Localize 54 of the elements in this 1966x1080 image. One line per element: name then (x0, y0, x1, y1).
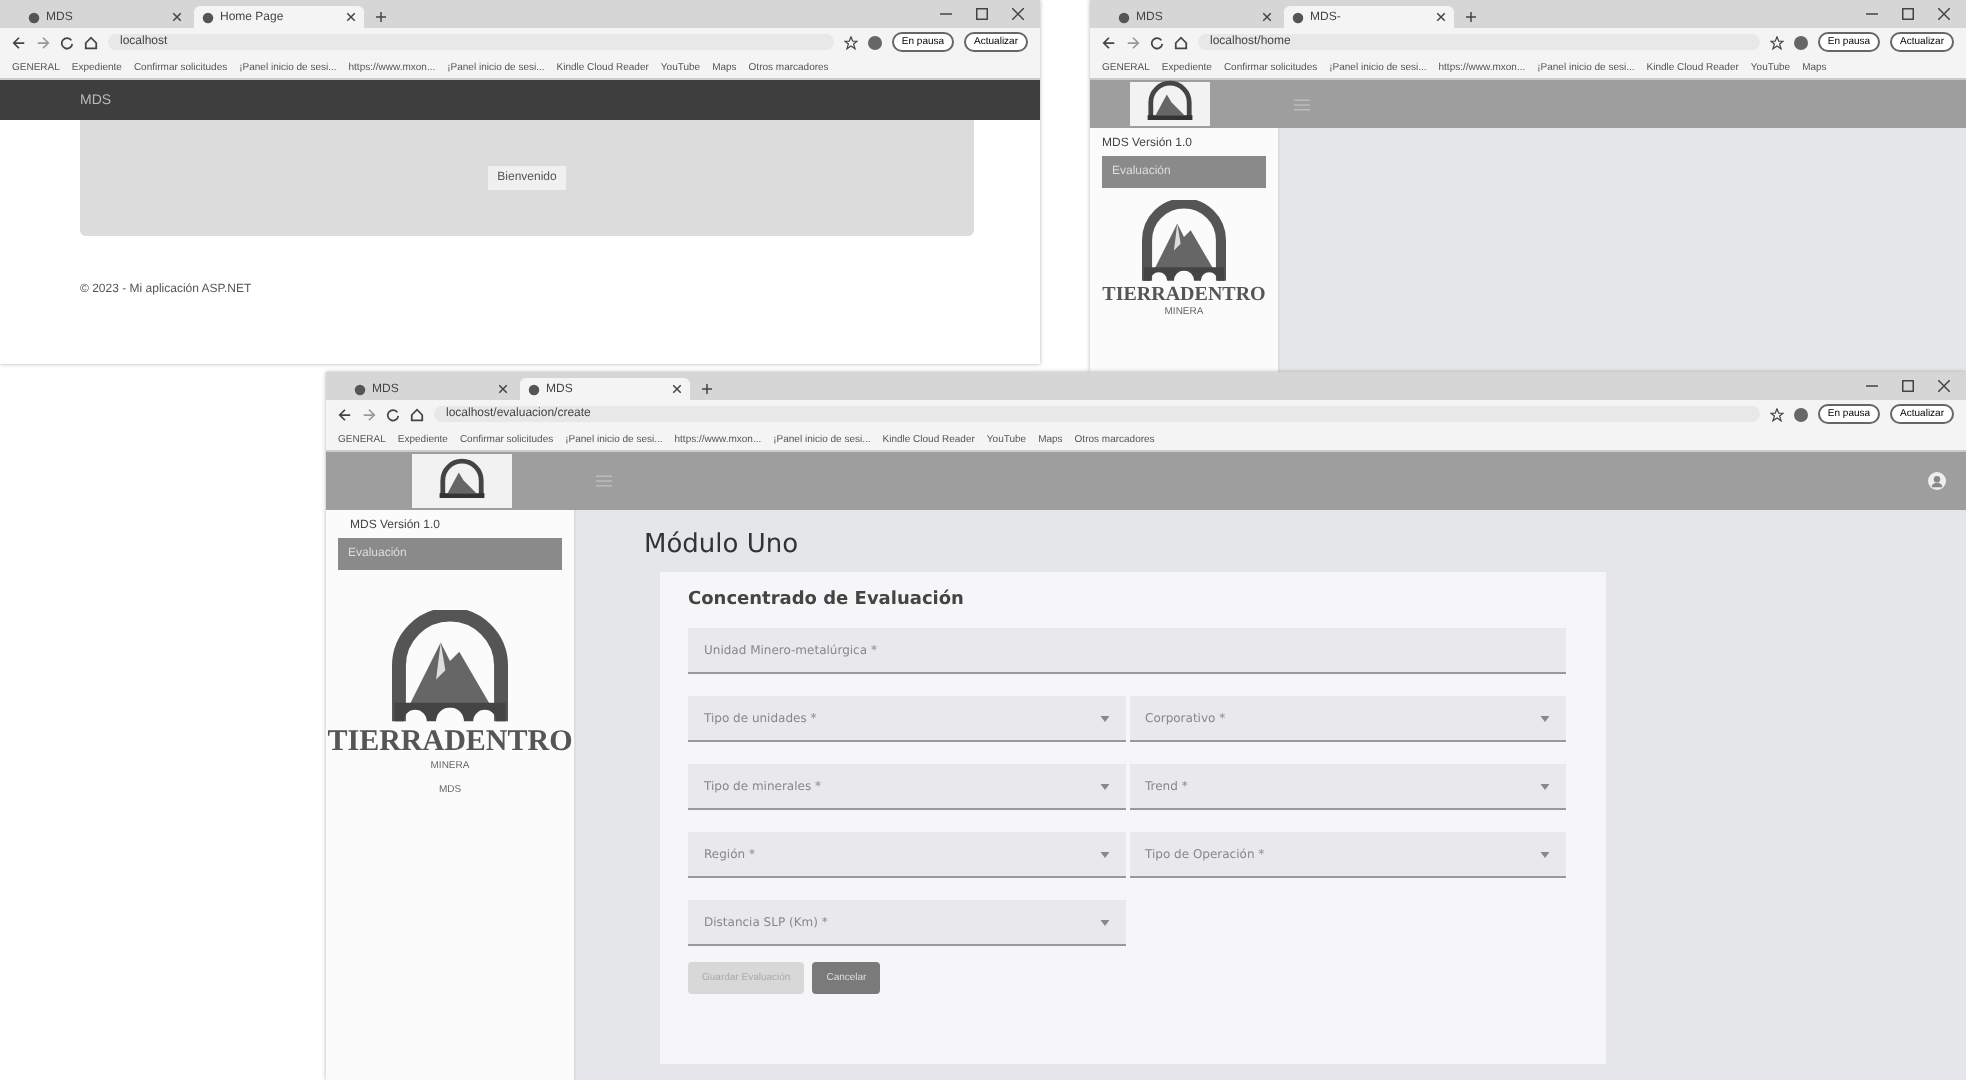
new-tab-icon[interactable] (702, 384, 712, 394)
close-icon[interactable] (1436, 12, 1446, 22)
new-tab-icon[interactable] (376, 12, 386, 22)
back-icon[interactable] (338, 407, 352, 421)
close-icon[interactable] (498, 384, 508, 394)
favicon-icon (1292, 11, 1304, 23)
back-icon[interactable] (12, 35, 26, 49)
reload-icon[interactable] (386, 407, 400, 421)
caret-icon (1540, 783, 1550, 789)
close-icon[interactable] (1938, 8, 1950, 20)
close-icon[interactable] (346, 12, 356, 22)
star-icon[interactable] (1769, 35, 1784, 49)
star-icon[interactable] (843, 35, 858, 49)
caret-icon (1540, 715, 1550, 721)
maximize-icon[interactable] (1902, 8, 1914, 20)
avatar-icon[interactable] (1793, 35, 1808, 49)
page-title: Módulo Uno (644, 530, 801, 560)
favicon-icon (528, 383, 540, 395)
favicon-icon (202, 11, 214, 23)
logo-title: TIERRADENTRO (1102, 284, 1266, 306)
close-icon[interactable] (1262, 12, 1272, 22)
reload-icon[interactable] (60, 35, 74, 49)
forward-icon[interactable] (1126, 35, 1140, 49)
caret-icon (1099, 715, 1109, 721)
caret-icon (1099, 919, 1109, 925)
caret-icon (1099, 851, 1109, 857)
favicon-icon (354, 383, 366, 395)
minimize-icon[interactable] (940, 8, 952, 20)
minimize-icon[interactable] (1866, 380, 1878, 392)
home-icon[interactable] (1174, 35, 1188, 49)
close-icon[interactable] (672, 384, 682, 394)
form-title: Concentrado de Evaluación (688, 590, 966, 610)
home-icon[interactable] (410, 407, 424, 421)
reload-icon[interactable] (1150, 35, 1164, 49)
star-icon[interactable] (1769, 407, 1784, 421)
new-tab-icon[interactable] (1466, 12, 1476, 22)
avatar-icon[interactable] (867, 35, 882, 49)
avatar-icon[interactable] (1793, 407, 1808, 421)
user-icon[interactable] (1928, 472, 1946, 490)
back-icon[interactable] (1102, 35, 1116, 49)
home-icon[interactable] (84, 35, 98, 49)
favicon-icon (1118, 11, 1130, 23)
maximize-icon[interactable] (976, 8, 988, 20)
logo-title: TIERRADENTRO (327, 726, 573, 760)
close-icon[interactable] (1938, 380, 1950, 392)
maximize-icon[interactable] (1902, 380, 1914, 392)
minimize-icon[interactable] (1866, 8, 1878, 20)
caret-icon (1540, 851, 1550, 857)
forward-icon[interactable] (362, 407, 376, 421)
forward-icon[interactable] (36, 35, 50, 49)
close-icon[interactable] (172, 12, 182, 22)
close-icon[interactable] (1012, 8, 1024, 20)
caret-icon (1099, 783, 1109, 789)
favicon-icon (28, 11, 40, 23)
